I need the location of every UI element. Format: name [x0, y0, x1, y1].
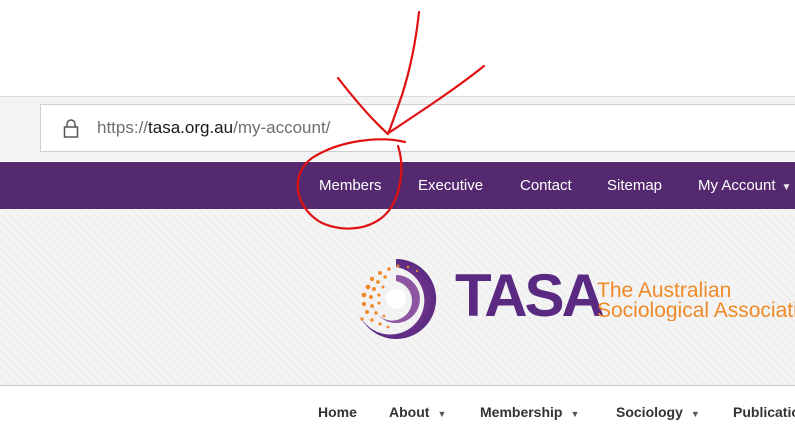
- main-nav-home[interactable]: Home: [318, 386, 357, 429]
- top-nav-contact[interactable]: Contact: [520, 162, 572, 209]
- url-text: https://tasa.org.au/my-account/: [97, 118, 330, 138]
- top-nav-sitemap[interactable]: Sitemap: [607, 162, 662, 209]
- main-nav-sociology[interactable]: Sociology ▼: [616, 386, 700, 429]
- main-nav-label: Home: [318, 404, 357, 420]
- site-header: TASA The Australian Sociological Associa…: [0, 209, 795, 385]
- chevron-down-icon: ▼: [570, 409, 580, 419]
- main-nav-about[interactable]: About ▼: [389, 386, 446, 429]
- tagline-line-2: Sociological Association: [597, 299, 795, 321]
- chevron-down-icon: ▼: [437, 409, 447, 419]
- top-nav-label: Members: [319, 177, 382, 194]
- top-nav: Members Executive Contact Sitemap My Acc…: [0, 162, 795, 209]
- main-nav-publications[interactable]: Publications: [733, 386, 795, 429]
- url-path: /my-account/: [233, 118, 331, 137]
- top-nav-label: Contact: [520, 177, 572, 194]
- url-prefix: https://: [97, 118, 149, 137]
- address-bar[interactable]: https://tasa.org.au/my-account/: [40, 104, 795, 152]
- top-nav-executive[interactable]: Executive: [418, 162, 483, 209]
- lock-icon: [63, 119, 79, 138]
- logo-wordmark: TASA: [455, 262, 605, 329]
- chevron-down-icon: ▼: [781, 182, 792, 193]
- tagline-line-1: The Australian: [597, 281, 732, 302]
- top-nav-label: Sitemap: [607, 177, 663, 194]
- top-nav-label: My Account: [698, 177, 776, 194]
- site-logo[interactable]: TASA The Australian Sociological Associa…: [350, 253, 795, 345]
- top-nav-label: Executive: [418, 177, 484, 194]
- main-nav-label: Membership: [480, 404, 563, 420]
- logo-tagline: The Australian Sociological Association: [597, 281, 795, 321]
- main-nav-label: Publications: [733, 404, 795, 420]
- main-nav: Home About ▼ Membership ▼ Sociology ▼ Publi…: [0, 385, 795, 429]
- main-nav-label: About: [389, 404, 430, 420]
- main-nav-membership[interactable]: Membership ▼: [480, 386, 579, 429]
- chevron-down-icon: ▼: [690, 409, 700, 419]
- top-nav-my-account[interactable]: My Account ▼: [698, 162, 791, 209]
- top-nav-members[interactable]: Members: [319, 162, 382, 209]
- tasa-logo-icon: [358, 258, 437, 339]
- url-domain: tasa.org.au: [148, 118, 234, 137]
- main-nav-label: Sociology: [616, 404, 683, 420]
